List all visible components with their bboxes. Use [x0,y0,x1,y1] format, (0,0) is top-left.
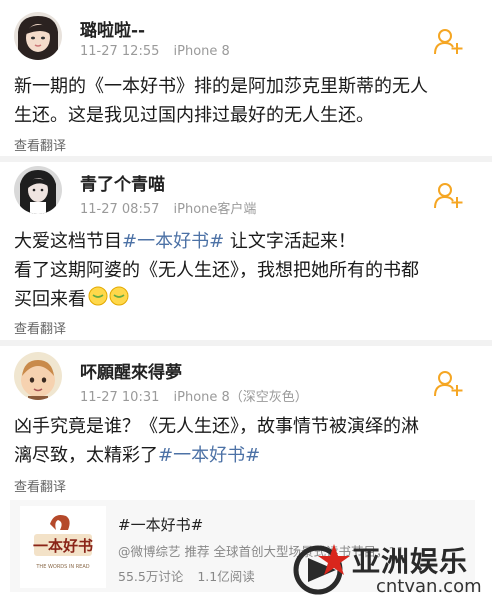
topic-logo: 一本好书 THE WORDS IN READ [20,506,106,588]
follow-user-icon[interactable] [434,370,464,398]
translate-link[interactable]: 查看翻译 [14,318,66,337]
logo-text: 一本好书 [33,537,93,555]
username[interactable]: 青了个青喵 [80,170,165,195]
post-line: 大爱这档节目#一本好书# 让文字活起来！ [14,227,478,256]
watermark: 亚洲娱乐 cntvan.com [290,540,490,598]
post-meta: 11-27 10:31 iPhone 8（深空灰色） [80,386,318,405]
topic-title: #一本好书# [118,516,204,534]
post-line: 看了这期阿婆的《无人生还》，我想把她所有的书都 [14,260,419,281]
post-body: 凶手究竟是谁？《无人生还》，故事情节被演绎的淋 漓尽致，太精彩了#一本好书# [14,412,478,470]
post-meta: 11-27 12:55 iPhone 8 [80,44,240,59]
translate-link[interactable]: 查看翻译 [14,476,66,495]
post-time: 11-27 12:55 [80,44,160,59]
post-time: 11-27 08:57 [80,202,160,217]
post-line: 新一期的《一本好书》排的是阿加莎克里斯蒂的无人 [14,76,428,97]
watermark-logo-icon [293,544,350,595]
text: 买回来看 [14,289,86,310]
logo-subtitle: THE WORDS IN READ [35,564,89,570]
divider [0,340,492,346]
post-line: 生还。这是我见过国内排过最好的无人生还。 [14,105,374,126]
follow-user-icon[interactable] [434,28,464,56]
emoji-icon [88,286,130,315]
username[interactable]: 吥願醒來得夢 [80,358,182,383]
post-device: iPhone 8 [173,44,230,59]
post-device: iPhone 8（深空灰色） [173,390,308,405]
username[interactable]: 璐啦啦-- [80,16,145,41]
watermark-text: 亚洲娱乐 [352,545,469,578]
post-line: 买回来看 [14,285,478,315]
post-meta: 11-27 08:57 iPhone客户端 [80,198,266,217]
text: 大爱这档节目 [14,231,122,252]
avatar[interactable] [14,352,62,400]
topic-tag-link[interactable]: #一本好书# [122,231,224,252]
avatar[interactable] [14,12,62,60]
post-line: 凶手究竟是谁？《无人生还》，故事情节被演绎的淋 [14,416,419,437]
divider [0,156,492,162]
post-body: 大爱这档节目#一本好书# 让文字活起来！ 看了这期阿婆的《无人生还》，我想把她所… [14,227,478,315]
text: 让文字活起来！ [224,231,356,252]
topic-stats: 55.5万讨论 1.1亿阅读 [118,566,265,585]
topic-reads: 1.1亿阅读 [197,569,255,584]
post-time: 11-27 10:31 [80,390,160,405]
watermark-url: cntvan.com [376,576,482,597]
topic-tag-link[interactable]: #一本好书# [158,445,260,466]
topic-discussions: 55.5万讨论 [118,569,184,584]
topic-source: @微博综艺 [118,544,181,559]
post-device: iPhone客户端 [173,202,257,217]
text: 漓尽致，太精彩了 [14,445,158,466]
post-line: 漓尽致，太精彩了#一本好书# [14,441,478,470]
post-body: 新一期的《一本好书》排的是阿加莎克里斯蒂的无人 生还。这是我见过国内排过最好的无… [14,72,478,130]
translate-link[interactable]: 查看翻译 [14,135,66,154]
follow-user-icon[interactable] [434,182,464,210]
topic-recommend: 推荐 [184,544,210,559]
avatar[interactable] [14,166,62,214]
